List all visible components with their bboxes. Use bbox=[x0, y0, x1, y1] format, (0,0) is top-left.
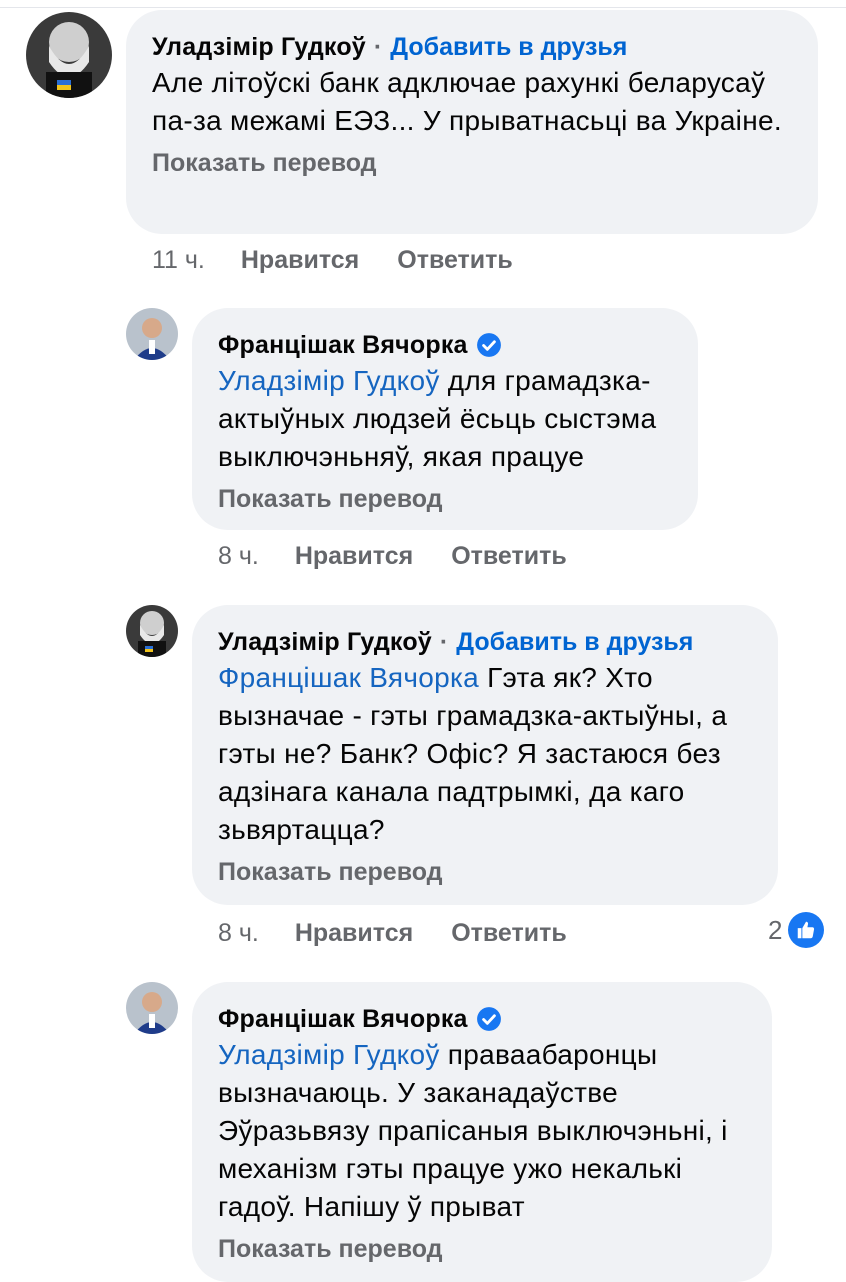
show-translation-link[interactable]: Показать перевод bbox=[152, 146, 792, 180]
author-name[interactable]: Уладзімір Гудкоў bbox=[218, 625, 432, 659]
verified-badge-icon bbox=[476, 332, 502, 358]
timestamp[interactable]: 11 ч. bbox=[152, 246, 205, 275]
separator-dot: · bbox=[439, 628, 449, 656]
avatar[interactable] bbox=[26, 12, 112, 98]
like-button[interactable]: Нравится bbox=[295, 542, 413, 571]
avatar-photo-icon bbox=[126, 308, 178, 360]
author-name[interactable]: Уладзімір Гудкоў bbox=[152, 30, 366, 64]
avatar[interactable] bbox=[126, 982, 178, 1034]
mention-link[interactable]: Уладзімір Гудкоў bbox=[218, 1039, 440, 1070]
avatar-photo-icon bbox=[126, 982, 178, 1034]
comment-actions: 8 ч. Нравится Ответить bbox=[218, 919, 605, 948]
reply-button[interactable]: Ответить bbox=[451, 919, 567, 948]
comment-actions: 11 ч. Нравится Ответить bbox=[152, 246, 551, 275]
comment-bubble: Уладзімір Гудкоў · Добавить в друзья Але… bbox=[126, 10, 818, 234]
mention-link[interactable]: Францішак Вячорка bbox=[218, 662, 479, 693]
like-button[interactable]: Нравится bbox=[241, 246, 359, 275]
avatar[interactable] bbox=[126, 605, 178, 657]
like-button[interactable]: Нравится bbox=[295, 919, 413, 948]
author-name[interactable]: Францішак Вячорка bbox=[218, 328, 468, 362]
comment-text: Францішак Вячорка Гэта як? Хто вызначае … bbox=[218, 659, 758, 849]
comment-text: Уладзімір Гудкоў для грамадзка-актыўных … bbox=[218, 362, 678, 476]
add-friend-link[interactable]: Добавить в друзья bbox=[456, 625, 693, 659]
show-translation-link[interactable]: Показать перевод bbox=[218, 855, 752, 889]
comment-bubble: Францішак Вячорка Уладзімір Гудкоў для г… bbox=[192, 308, 698, 530]
add-friend-link[interactable]: Добавить в друзья bbox=[390, 30, 627, 64]
show-translation-link[interactable]: Показать перевод bbox=[218, 482, 672, 516]
separator-dot: · bbox=[373, 33, 383, 61]
avatar-photo-icon bbox=[26, 12, 112, 98]
comment-bubble: Францішак Вячорка Уладзімір Гудкоў права… bbox=[192, 982, 772, 1282]
comment-text: Але літоўскі банк адключае рахункі белар… bbox=[152, 64, 802, 140]
comment-actions: 8 ч. Нравится Ответить bbox=[218, 542, 605, 571]
show-translation-link[interactable]: Показать перевод bbox=[218, 1232, 746, 1266]
author-name[interactable]: Францішак Вячорка bbox=[218, 1002, 468, 1036]
comment-text: Уладзімір Гудкоў праваабаронцы вызначаюц… bbox=[218, 1036, 763, 1226]
comment-body: Але літоўскі банк адключае рахункі белар… bbox=[152, 67, 782, 136]
reaction-count: 2 bbox=[768, 914, 783, 945]
reply-button[interactable]: Ответить bbox=[451, 542, 567, 571]
timestamp[interactable]: 8 ч. bbox=[218, 542, 259, 571]
top-divider bbox=[0, 0, 846, 8]
avatar-photo-icon bbox=[126, 605, 178, 657]
verified-badge-icon bbox=[476, 1006, 502, 1032]
reaction-summary[interactable]: 2 bbox=[768, 912, 825, 948]
like-reaction-icon bbox=[788, 912, 825, 948]
comment-bubble: Уладзімір Гудкоў · Добавить в друзья Фра… bbox=[192, 605, 778, 905]
avatar[interactable] bbox=[126, 308, 178, 360]
mention-link[interactable]: Уладзімір Гудкоў bbox=[218, 365, 440, 396]
reply-button[interactable]: Ответить bbox=[397, 246, 513, 275]
timestamp[interactable]: 8 ч. bbox=[218, 919, 259, 948]
